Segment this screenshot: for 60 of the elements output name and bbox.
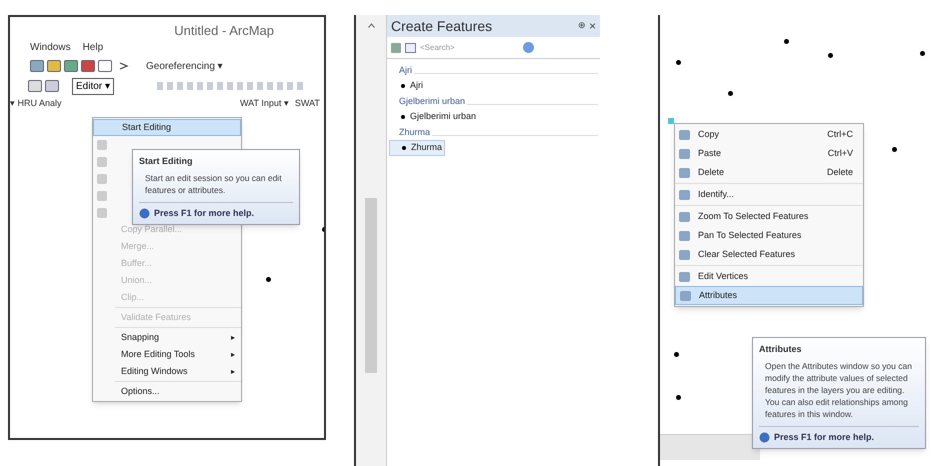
menu-item[interactable]: Pan To Selected Features [675,226,863,245]
tooltip-title: Start Editing [139,155,194,168]
menu-item[interactable]: Copy Ctrl+C [675,125,863,144]
tooltip-title: Attributes [759,343,802,356]
menu-item[interactable]: Editing Windows ▸ [93,363,241,380]
menu-item[interactable]: Attributes [675,286,863,305]
search-field[interactable]: <Search> [420,42,515,54]
menu-item[interactable]: Windows [30,40,71,54]
menu-item[interactable]: Help [82,40,104,54]
tooltip-help-text: Press F1 for more help. [774,430,874,444]
feature-template[interactable]: Gjelberimi urban [389,109,478,125]
submenu-arrow-icon: ▸ [231,366,235,378]
map-point [920,51,925,56]
menu-item[interactable]: Identify... [675,185,863,204]
tooltip-text: Start an edit session so you can edit features or attributes. [144,172,283,196]
submenu-arrow-icon: ▸ [231,348,235,360]
scroll-up-icon[interactable] [368,23,374,28]
swat-menu[interactable]: SWAT [294,97,320,111]
feature-template[interactable]: Ajri [389,78,425,94]
map-point [676,395,681,400]
close-button[interactable]: × [588,17,596,35]
tooltip-help-text: Press F1 for more help. [154,206,254,220]
shortcut-text: Ctrl+C [827,128,853,141]
group-heading: Gjelberimi urban [398,94,466,108]
swat-input-menu[interactable]: WAT Input ▾ [240,97,289,111]
map-point [784,39,789,44]
menu-item[interactable]: Paste Ctrl+V [675,144,863,163]
feature-template[interactable]: Zhurma [389,140,446,156]
map-point [674,352,679,357]
window-title: Untitled - ArcMap [174,22,274,39]
menu-item[interactable]: Edit Vertices [675,267,863,286]
group-heading: Ajri [398,64,412,77]
panel-title: Create Features [391,16,494,36]
editor-menu-button[interactable]: Editor ▾ [72,78,114,94]
shortcut-text: Delete [826,166,853,179]
map-point [828,53,833,58]
group-heading: Zhurma [398,126,430,139]
pin-button[interactable]: ⊕ [578,19,586,33]
selected-point-marker [668,118,674,124]
menu-item[interactable]: Clear Selected Features [675,245,863,264]
point-symbol-icon [401,84,405,88]
georeferencing-menu[interactable]: Georeferencing ▾ [146,58,223,74]
submenu-arrow-icon: ▸ [231,332,235,344]
map-point [676,60,681,65]
map-point [266,277,271,282]
map-point [728,91,733,96]
map-point [892,147,897,152]
hru-analysis-menu[interactable]: ▾ HRU Analy [10,97,90,111]
point-symbol-icon [401,115,405,119]
scrollbar-thumb[interactable] [365,198,377,373]
menu-item[interactable]: Start Editing [93,119,241,136]
menu-item[interactable]: Snapping ▸ [93,329,241,346]
scrollbar[interactable] [356,15,386,466]
point-symbol-icon [402,146,406,150]
menu-item[interactable]: More Editing Tools ▸ [93,346,241,363]
shortcut-text: Ctrl+V [828,146,853,160]
menu-item[interactable]: Options... [93,383,241,400]
menu-item[interactable]: Delete Delete [675,163,863,182]
menu-item[interactable]: Zoom To Selected Features [675,207,863,226]
tooltip-text: Open the Attributes window so you can modify the attribute values of selected features in the layers you are editing. You can also edit relationships among features in this window. [764,360,913,420]
